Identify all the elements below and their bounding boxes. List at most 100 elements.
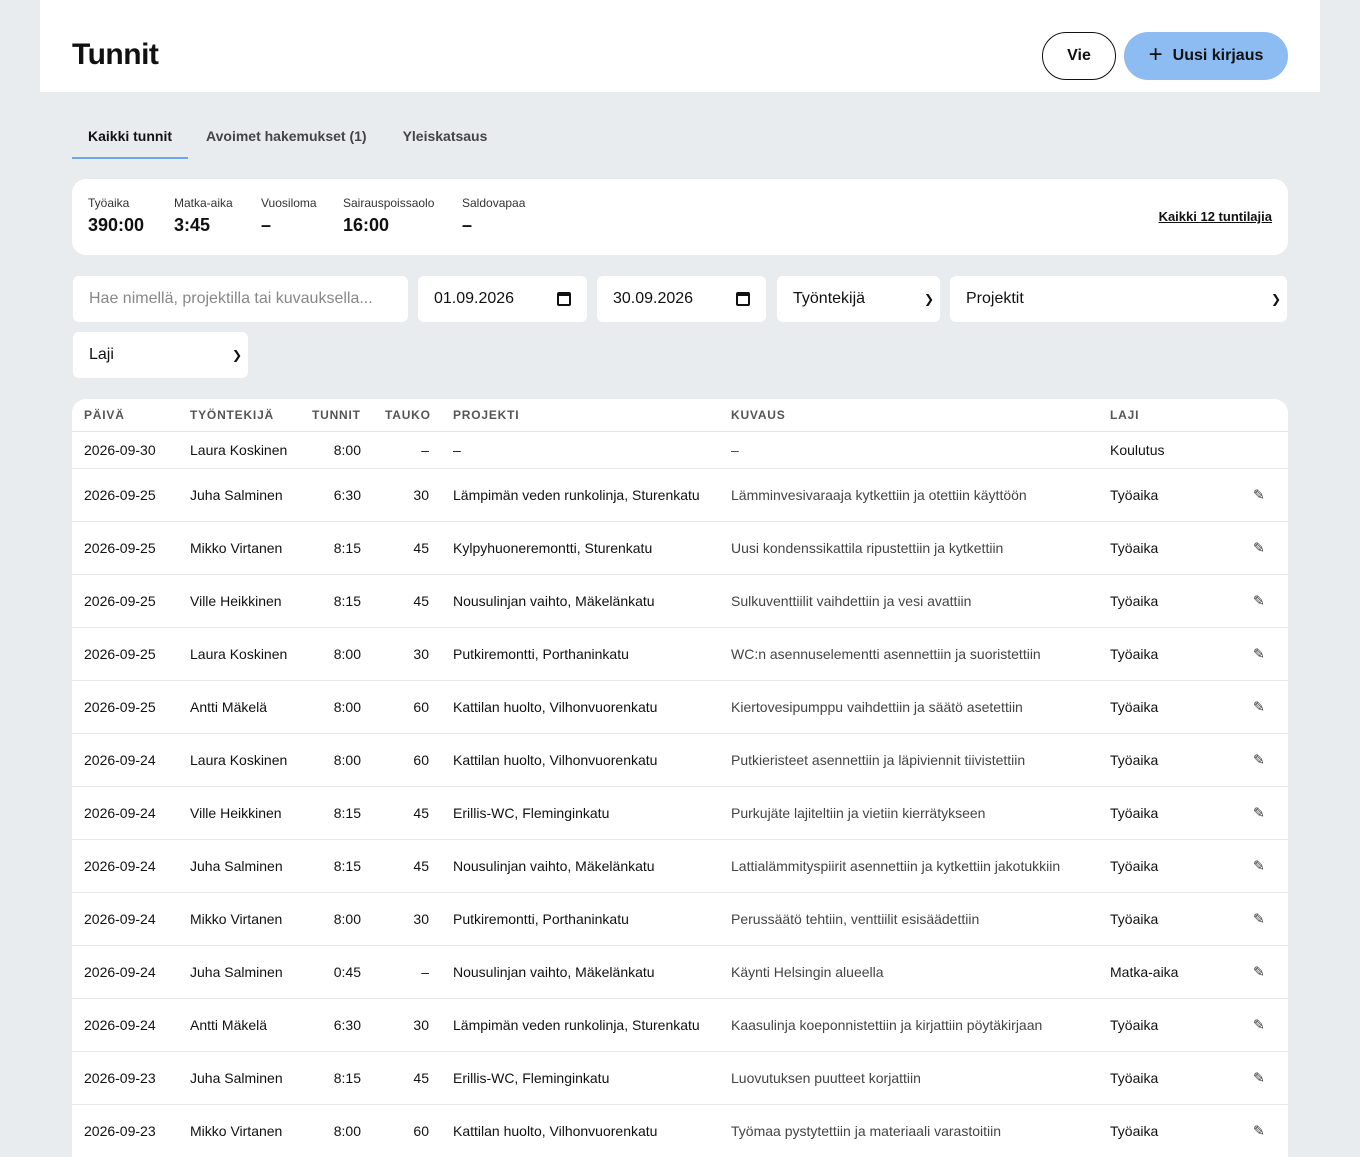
- table-row[interactable]: 2026-09-24 Juha Salminen 8:15 45 Nousulinjan…: [72, 840, 1288, 893]
- stat-annual-leave: Vuosiloma –: [261, 196, 317, 236]
- hours-table: PÄIVÄ TYÖNTEKIJÄ TUNNIT TAUKO PROJEKTI K…: [72, 399, 1288, 1157]
- break-cell: 45: [413, 1070, 429, 1086]
- project-cell: Putkiremontti, Porthaninkatu: [453, 646, 629, 662]
- stat-label: Matka-aika: [174, 196, 233, 210]
- employee-cell: Mikko Virtanen: [190, 1123, 283, 1139]
- employee-cell: Juha Salminen: [190, 487, 283, 503]
- table-row[interactable]: 2026-09-24 Laura Koskinen 8:00 60 Kattilan h…: [72, 734, 1288, 787]
- calendar-icon[interactable]: [557, 292, 571, 306]
- edit-pencil-icon[interactable]: ✎: [1253, 646, 1265, 663]
- hours-cell: 8:00: [333, 752, 361, 768]
- description-cell: Purkujäte lajiteltiin ja vietiin kierrät…: [731, 805, 986, 821]
- tab-all-hours[interactable]: Kaikki tunnit: [72, 112, 189, 159]
- project-cell: Kylpyhuoneremontti, Sturenkatu: [453, 540, 653, 556]
- calendar-icon[interactable]: [736, 292, 750, 306]
- table-row[interactable]: 2026-09-25 Mikko Virtanen 8:15 45 Kylpyhuone…: [72, 522, 1288, 575]
- employee-cell: Antti Mäkelä: [190, 699, 268, 715]
- edit-pencil-icon[interactable]: ✎: [1253, 593, 1265, 610]
- page-header: Tunnit Vie + Uusi kirjaus: [40, 0, 1320, 92]
- break-cell: 60: [413, 1123, 429, 1139]
- stat-label: Sairauspoissaolo: [343, 196, 435, 210]
- date-cell: 2026-09-25: [84, 487, 156, 503]
- edit-pencil-icon[interactable]: ✎: [1253, 911, 1265, 928]
- table-row[interactable]: 2026-09-25 Ville Heikkinen 8:15 45 Nousulinj…: [72, 575, 1288, 628]
- date-from-value: 01.09.2026: [434, 290, 515, 307]
- column-header-date[interactable]: PÄIVÄ: [84, 408, 125, 422]
- table-row[interactable]: 2026-09-30 Laura Koskinen 8:00 – – – Koulutus: [72, 432, 1288, 469]
- type-cell: Työaika: [1110, 1123, 1159, 1139]
- stat-travel-time: Matka-aika 3:45: [174, 196, 233, 236]
- description-cell: Sulkuventtiilit vaihdettiin ja vesi avat…: [731, 593, 972, 609]
- description-cell: –: [731, 442, 739, 458]
- date-cell: 2026-09-25: [84, 540, 156, 556]
- date-cell: 2026-09-24: [84, 1017, 156, 1033]
- description-cell: Uusi kondenssikattila ripustettiin ja ky…: [731, 540, 1004, 556]
- edit-pencil-icon[interactable]: ✎: [1253, 1017, 1265, 1034]
- search-input[interactable]: Hae nimellä, projektilla tai kuvauksella…: [73, 276, 408, 322]
- edit-pencil-icon[interactable]: ✎: [1253, 1123, 1265, 1140]
- edit-pencil-icon[interactable]: ✎: [1253, 964, 1265, 981]
- tab-open-requests[interactable]: Avoimet hakemukset (1): [188, 112, 385, 159]
- all-hour-types-link[interactable]: Kaikki 12 tuntilajia: [1159, 209, 1272, 224]
- column-header-break[interactable]: TAUKO: [385, 408, 431, 422]
- date-cell: 2026-09-25: [84, 699, 156, 715]
- table-row[interactable]: 2026-09-23 Juha Salminen 8:15 45 Erillis-WC,…: [72, 1052, 1288, 1105]
- description-cell: Perussäätö tehtiin, venttiilit esisäädet…: [731, 911, 980, 927]
- type-select[interactable]: Laji ❯: [73, 332, 248, 378]
- date-cell: 2026-09-23: [84, 1070, 156, 1086]
- column-header-description[interactable]: KUVAUS: [731, 408, 786, 422]
- edit-pencil-icon[interactable]: ✎: [1253, 699, 1265, 716]
- break-cell: 45: [413, 858, 429, 874]
- break-cell: 45: [413, 805, 429, 821]
- hours-cell: 8:15: [333, 858, 361, 874]
- description-cell: Käynti Helsingin alueella: [731, 964, 884, 980]
- edit-pencil-icon[interactable]: ✎: [1253, 540, 1265, 557]
- table-row[interactable]: 2026-09-23 Mikko Virtanen 8:00 60 Kattilan h…: [72, 1105, 1288, 1157]
- hours-cell: 0:45: [333, 964, 361, 980]
- description-cell: Kaasulinja koeponnistettiin ja kirjattii…: [731, 1017, 1043, 1033]
- description-cell: Luovutuksen puutteet korjattiin: [731, 1070, 921, 1086]
- edit-pencil-icon[interactable]: ✎: [1253, 1070, 1265, 1087]
- table-row[interactable]: 2026-09-25 Antti Mäkelä 8:00 60 Kattilan huo…: [72, 681, 1288, 734]
- hours-cell: 8:00: [333, 699, 361, 715]
- type-cell: Työaika: [1110, 805, 1159, 821]
- date-cell: 2026-09-25: [84, 646, 156, 662]
- chevron-down-icon: ❯: [1270, 292, 1281, 306]
- table-row[interactable]: 2026-09-25 Laura Koskinen 8:00 30 Putkiremon…: [72, 628, 1288, 681]
- employee-cell: Ville Heikkinen: [190, 593, 282, 609]
- date-to-input[interactable]: 30.09.2026: [597, 276, 766, 322]
- date-from-input[interactable]: 01.09.2026: [418, 276, 587, 322]
- table-row[interactable]: 2026-09-24 Mikko Virtanen 8:00 30 Putkiremon…: [72, 893, 1288, 946]
- stat-value: –: [261, 215, 272, 235]
- table-row[interactable]: 2026-09-24 Antti Mäkelä 6:30 30 Lämpimän ved…: [72, 999, 1288, 1052]
- tab-overview[interactable]: Yleiskatsaus: [385, 112, 506, 159]
- table-row[interactable]: 2026-09-24 Juha Salminen 0:45 – Nousulinjan …: [72, 946, 1288, 999]
- edit-pencil-icon[interactable]: ✎: [1253, 487, 1265, 504]
- edit-pencil-icon[interactable]: ✎: [1253, 752, 1265, 769]
- employee-select[interactable]: Työntekijä ❯: [777, 276, 940, 322]
- column-header-project[interactable]: PROJEKTI: [453, 408, 519, 422]
- new-entry-button[interactable]: + Uusi kirjaus: [1124, 32, 1288, 80]
- column-header-hours[interactable]: TUNNIT: [312, 408, 361, 422]
- project-cell: Putkiremontti, Porthaninkatu: [453, 911, 629, 927]
- edit-pencil-icon[interactable]: ✎: [1253, 805, 1265, 822]
- export-button[interactable]: Vie: [1042, 32, 1116, 80]
- hours-cell: 6:30: [333, 487, 361, 503]
- edit-pencil-icon[interactable]: ✎: [1253, 858, 1265, 875]
- column-header-employee[interactable]: TYÖNTEKIJÄ: [190, 408, 274, 422]
- employee-cell: Juha Salminen: [190, 858, 283, 874]
- employee-cell: Ville Heikkinen: [190, 805, 282, 821]
- employee-cell: Mikko Virtanen: [190, 911, 283, 927]
- type-cell: Koulutus: [1110, 442, 1165, 458]
- table-row[interactable]: 2026-09-25 Juha Salminen 6:30 30 Lämpimän ve…: [72, 469, 1288, 522]
- hours-cell: 8:15: [333, 593, 361, 609]
- type-cell: Työaika: [1110, 699, 1159, 715]
- column-header-type[interactable]: LAJI: [1110, 408, 1139, 422]
- project-select[interactable]: Projektit ❯: [950, 276, 1287, 322]
- table-row[interactable]: 2026-09-24 Ville Heikkinen 8:15 45 Erillis-W…: [72, 787, 1288, 840]
- description-cell: Lattialämmityspiirit asennettiin ja kytk…: [731, 858, 1061, 874]
- project-select-value: Projektit: [966, 290, 1024, 307]
- break-cell: 30: [413, 911, 429, 927]
- project-cell: Nousulinjan vaihto, Mäkelänkatu: [453, 593, 655, 609]
- date-cell: 2026-09-23: [84, 1123, 156, 1139]
